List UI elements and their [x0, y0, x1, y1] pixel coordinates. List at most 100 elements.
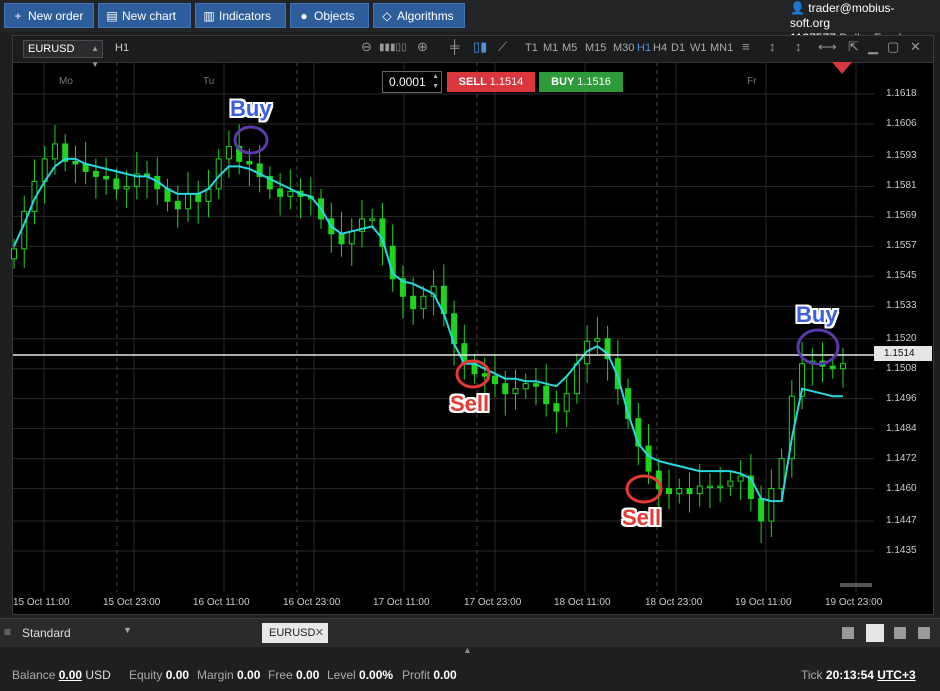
timeframe-d1[interactable]: D1: [671, 42, 685, 54]
tab-close-icon[interactable]: ✕: [315, 623, 324, 643]
new-chart-label: New chart: [122, 9, 177, 23]
maximize-icon[interactable]: ▢: [887, 39, 899, 55]
fib-icon[interactable]: ≡: [742, 39, 750, 54]
time-tick-label: 18 Oct 11:00: [554, 597, 611, 608]
sell-price: 1.1514: [489, 76, 524, 88]
timeframe-w1[interactable]: W1: [690, 42, 707, 54]
price-tick-label: 1.1460: [886, 482, 917, 494]
shapes-icon: ●: [300, 9, 308, 23]
level-label: Level: [327, 668, 356, 682]
day-label: Mo: [59, 76, 73, 87]
objects-button[interactable]: ● Objects: [290, 3, 369, 28]
layout-selector[interactable]: Standard: [22, 626, 71, 640]
chart-period-label: H1: [115, 42, 130, 54]
indicators-label: Indicators: [219, 9, 272, 23]
close-icon[interactable]: ✕: [910, 39, 921, 55]
price-tick-label: 1.1581: [886, 180, 917, 192]
fit-width-icon[interactable]: ⟷: [818, 39, 837, 55]
tick-label: Tick: [801, 668, 823, 682]
zoom-out-icon[interactable]: ⊖: [361, 39, 372, 55]
buy-label: BUY: [551, 76, 575, 88]
lot-spinner-icon[interactable]: ▲ ▼: [432, 72, 439, 92]
minimize-icon[interactable]: ▁: [868, 39, 878, 55]
line-style-icon[interactable]: ⟋: [498, 39, 507, 55]
margin-label: Margin: [197, 668, 234, 682]
new-chart-button[interactable]: ▤ New chart: [98, 3, 191, 28]
workspace-bar: ≡ Standard ▼ EURUSD ✕: [0, 618, 940, 647]
detach-icon[interactable]: ⇱: [848, 39, 859, 55]
bar-chart-icon: ▥: [203, 9, 215, 23]
price-tick-label: 1.1557: [886, 240, 917, 252]
price-tick-label: 1.1545: [886, 270, 917, 282]
menu-icon[interactable]: ≡: [4, 625, 11, 639]
time-tick-label: 17 Oct 11:00: [373, 597, 430, 608]
layout-grid-icon[interactable]: [866, 624, 884, 642]
chart-tab-eurusd[interactable]: EURUSD ✕: [262, 623, 328, 643]
timeframe-m5[interactable]: M5: [562, 42, 577, 54]
lot-size-input[interactable]: 0.0001 ▲ ▼: [382, 71, 442, 93]
price-tick-label: 1.1533: [886, 300, 917, 312]
layout-single-icon[interactable]: [842, 627, 854, 639]
timeframe-m15[interactable]: M15: [585, 42, 606, 54]
spinner-icon: ▲ ▼: [91, 44, 99, 69]
day-label: Fr: [747, 76, 757, 87]
price-tick-label: 1.1606: [886, 117, 917, 129]
zoom-in-icon[interactable]: ⊕: [417, 39, 428, 55]
current-price-label: 1.1514: [874, 346, 932, 361]
equity-label: Equity: [129, 668, 163, 682]
buy-button[interactable]: BUY 1.1516: [539, 72, 623, 92]
panel-toggle-icon[interactable]: ▲: [463, 645, 472, 655]
free-value: 0.00: [296, 668, 320, 682]
clock-time: 20:13:54: [825, 668, 874, 682]
time-tick-label: 15 Oct 23:00: [103, 597, 161, 608]
time-tick-label: 15 Oct 11:00: [13, 597, 70, 608]
timeframe-m30[interactable]: M30: [613, 42, 634, 54]
timeframe-h4[interactable]: H4: [653, 42, 667, 54]
balance-value[interactable]: 0.00: [59, 668, 82, 682]
price-tick-label: 1.1508: [886, 362, 917, 374]
diamond-icon: ◇: [382, 9, 392, 23]
price-tick-label: 1.1484: [886, 422, 917, 434]
price-tick-label: 1.1618: [886, 88, 917, 99]
horizontal-scale-icon[interactable]: ↕: [795, 39, 802, 54]
price-tick-label: 1.1435: [886, 545, 917, 556]
candle-style-icon[interactable]: ▯▮: [473, 39, 487, 55]
bar-style-icon[interactable]: ╪: [450, 39, 459, 54]
zoom-slider-icon[interactable]: ▮▮▮▯▯: [379, 42, 407, 53]
price-tick-label: 1.1520: [886, 332, 917, 344]
time-tick-label: 16 Oct 11:00: [193, 597, 250, 608]
sell-label: SELL: [458, 76, 487, 88]
user-icon: 👤: [790, 1, 805, 15]
time-tick-label: 17 Oct 23:00: [464, 597, 522, 608]
timezone-selector[interactable]: UTC+3: [877, 668, 915, 682]
layout-dropdown-icon[interactable]: ▼: [123, 625, 132, 635]
balance-label: Balance: [12, 668, 56, 682]
lot-size-value: 0.0001: [389, 75, 426, 89]
time-tick-label: 19 Oct 23:00: [825, 597, 883, 608]
profit-value: 0.00: [433, 668, 457, 682]
algorithms-label: Algorithms: [397, 9, 454, 23]
sell-annotation-2: Sell: [622, 505, 662, 530]
objects-label: Objects: [314, 9, 355, 23]
buy-annotation-2: Buy: [796, 302, 838, 327]
layout-cascade-icon[interactable]: [918, 627, 930, 639]
new-order-button[interactable]: + New order: [4, 3, 94, 28]
indicators-button[interactable]: ▥ Indicators: [195, 3, 286, 28]
account-email: trader@mobius-soft.org: [790, 1, 895, 30]
algorithms-button[interactable]: ◇ Algorithms: [373, 3, 465, 28]
balance-currency: USD: [85, 668, 111, 682]
price-tick-label: 1.1447: [886, 515, 917, 527]
layout-columns-icon[interactable]: [894, 627, 906, 639]
status-bar: Balance 0.00 USD Equity 0.00 Margin 0.00…: [0, 660, 940, 691]
main-toolbar: + New order ▤ New chart ▥ Indicators ● Objec…: [0, 0, 940, 45]
timeframe-m1[interactable]: M1: [543, 42, 558, 54]
timeframe-mn1[interactable]: MN1: [710, 42, 733, 54]
plus-icon: +: [14, 9, 22, 23]
timeframe-h1[interactable]: H1: [637, 42, 651, 54]
symbol-selector[interactable]: EURUSD ▲ ▼: [23, 40, 103, 69]
vertical-line-icon[interactable]: ↕: [769, 39, 776, 54]
price-tick-label: 1.1593: [886, 150, 917, 162]
buy-annotation-1: Buy: [230, 96, 272, 121]
timeframe-t1[interactable]: T1: [525, 42, 538, 54]
sell-button[interactable]: SELL 1.1514: [447, 72, 535, 92]
